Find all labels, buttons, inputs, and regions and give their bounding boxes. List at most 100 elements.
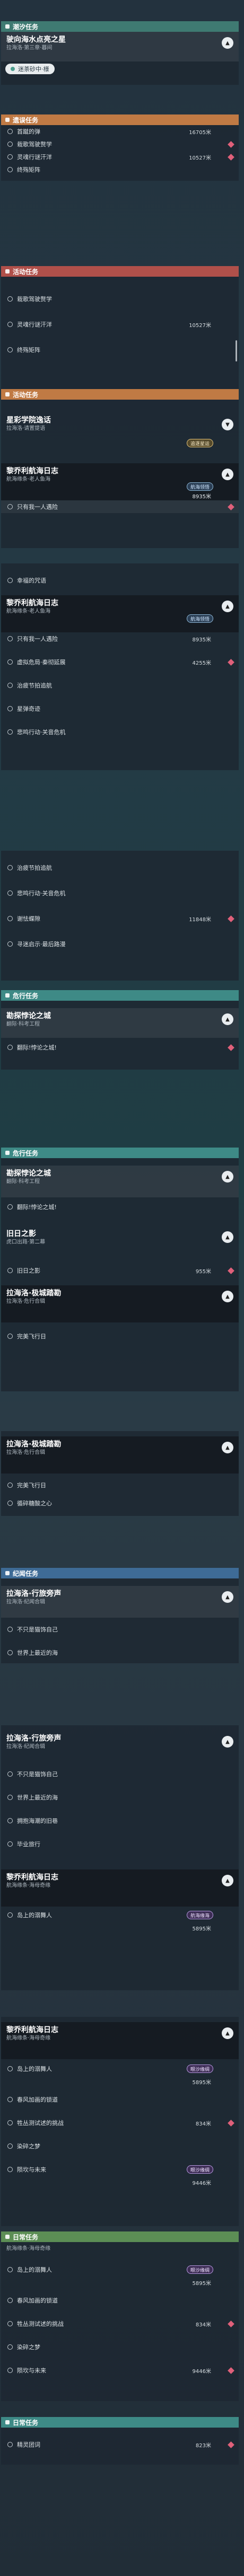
- section-header[interactable]: 潮汐任务: [1, 21, 239, 32]
- task-label: 陨坎与未来: [17, 2367, 46, 2374]
- task-row[interactable]: 只有我一人遇险 8935米: [1, 632, 239, 645]
- quest-card[interactable]: 拉海洛·极城踏勘 拉海洛·危行合辑 ▲: [1, 1436, 239, 1474]
- task-row[interactable]: 陨坎与未来 9446米: [1, 2364, 239, 2377]
- section-header[interactable]: 活动任务: [1, 266, 239, 277]
- section-header[interactable]: 遗误任务: [1, 114, 239, 125]
- task-row[interactable]: 世界上最近的海: [1, 1646, 239, 1659]
- chevron-up-icon[interactable]: ▲: [222, 1171, 233, 1183]
- task-row[interactable]: 春风加画的锁道: [1, 2294, 239, 2307]
- task-row[interactable]: 悲鸣行动·关音危机: [1, 887, 239, 899]
- task-label: 春风加画的锁道: [17, 2096, 58, 2103]
- task-row[interactable]: 悲鸣行动·关音危机: [1, 726, 239, 738]
- section-header[interactable]: 活动任务: [1, 389, 239, 400]
- navigation-badge[interactable]: 航海缘海: [186, 1911, 213, 1919]
- track-pill[interactable]: 迷茶砂中·様: [5, 64, 55, 74]
- task-row[interactable]: 灵魂行谜汗洋 10527米: [1, 151, 239, 163]
- section-header[interactable]: 危行任务: [1, 990, 239, 1001]
- task-row[interactable]: 不只是猫饰自己: [1, 1623, 239, 1636]
- task-row[interactable]: 治疲节拍追航: [1, 679, 239, 692]
- task-bullet-icon: [7, 1818, 13, 1823]
- task-row[interactable]: 终殇矩阵: [1, 163, 239, 176]
- navigation-badge[interactable]: 眼沙缘绸: [186, 2065, 213, 2073]
- section-header[interactable]: 纪闻任务: [1, 1568, 239, 1578]
- task-row[interactable]: 岛上的溺舞人 航海缘海: [1, 1909, 239, 1921]
- chevron-up-icon[interactable]: ▲: [222, 1442, 233, 1453]
- navigation-badge[interactable]: 眼沙缘绸: [186, 2165, 213, 2174]
- marker-icon: [228, 140, 234, 148]
- task-bullet-icon: [7, 659, 13, 665]
- chevron-up-icon[interactable]: ▲: [222, 2027, 233, 2039]
- task-row[interactable]: 拥抱海潮的旧巷: [1, 1814, 239, 1827]
- scrollbar[interactable]: [236, 340, 237, 361]
- quest-card[interactable]: 黎乔利航海日志 航海缘条·老人鱼海 ▲ 航海领悟: [1, 595, 239, 632]
- task-row[interactable]: 翻际!悖论之城!: [1, 1041, 239, 1054]
- quest-card[interactable]: 旧日之影 虎口出路·第二幕 ▲: [1, 1226, 239, 1258]
- chevron-up-icon[interactable]: ▲: [222, 1291, 233, 1302]
- quest-card[interactable]: 黎乔利航海日志 航海缘条·海母奇缘 ▲: [1, 1869, 239, 1907]
- section-header[interactable]: 日常任务: [1, 2417, 239, 2428]
- task-row[interactable]: 陨坎与未来 眼沙缘绸: [1, 2163, 239, 2176]
- chevron-up-icon[interactable]: ▲: [222, 1013, 233, 1025]
- task-row[interactable]: 岛上的溺舞人 眼沙缘绸: [1, 2062, 239, 2075]
- task-row[interactable]: 栽歌驾驶赘学: [1, 138, 239, 151]
- task-row[interactable]: 旧日之影 955米: [1, 1264, 239, 1277]
- task-row[interactable]: 首蹴的弹 16705米: [1, 125, 239, 138]
- task-row[interactable]: 染碎之梦: [1, 2341, 239, 2353]
- quest-card[interactable]: 黎乔利航海日志 航海缘条·海母奇缘 ▲: [1, 2022, 239, 2059]
- quest-card[interactable]: 黎乔利航海日志 航海缘条·老人鱼海 ▲ 航海领悟 8935米: [1, 463, 239, 500]
- task-row[interactable]: 谢怯蝶隙 11848米: [1, 912, 239, 925]
- quest-card[interactable]: 勘探悖论之城 翻际·科考工程 ▲: [1, 1166, 239, 1197]
- task-row[interactable]: 幸福的咒语: [1, 574, 239, 587]
- task-row[interactable]: 寻迷启示·最后路漫: [1, 938, 239, 950]
- task-row[interactable]: 毕业旅行: [1, 1838, 239, 1850]
- task-label: 岛上的溺舞人: [17, 1912, 52, 1919]
- section-header[interactable]: 日常任务: [1, 2231, 239, 2242]
- navigation-badge[interactable]: 航海领悟: [186, 482, 213, 491]
- task-bullet-icon: [7, 2267, 13, 2272]
- task-panel-9: 拉海洛·极城踏勘 拉海洛·危行合辑 ▲ 完美飞行日 循碎糖酸之心: [1, 1431, 239, 1516]
- quest-card[interactable]: 航海缘条·海母奇缘: [1, 2242, 239, 2260]
- task-row[interactable]: 完美飞行日: [1, 1479, 239, 1492]
- chevron-up-icon[interactable]: ▲: [222, 1736, 233, 1748]
- chevron-up-icon[interactable]: ▲: [222, 1875, 233, 1886]
- task-row[interactable]: 岛上的溺舞人 眼沙缘绸: [1, 2263, 239, 2276]
- task-row[interactable]: 终殇矩阵: [1, 343, 239, 356]
- chevron-up-icon[interactable]: ▲: [222, 601, 233, 612]
- task-label: 灵魂行谜汗洋: [17, 321, 52, 328]
- task-row[interactable]: 精灵团词 823米: [1, 2438, 239, 2451]
- section-header[interactable]: 危行任务: [1, 1148, 239, 1158]
- quest-card[interactable]: 驶向海水点亮之星 拉海洛·第三章·暮间 ▲: [1, 32, 239, 61]
- quest-card[interactable]: 拉海洛·行旅旁声 拉海洛·纪闻合辑 ▲: [1, 1731, 239, 1762]
- quest-card[interactable]: 拉海洛·极城踏勘 拉海洛·危行合辑 ▲: [1, 1285, 239, 1322]
- task-row[interactable]: 完美飞行日: [1, 1330, 239, 1343]
- task-label: 陨坎与未来: [17, 2166, 46, 2173]
- task-label: 悲鸣行动·关音危机: [17, 890, 66, 897]
- event-badge[interactable]: 追逐星运: [186, 439, 213, 447]
- task-row[interactable]: 治疲节拍追航: [1, 861, 239, 874]
- task-row[interactable]: 虚拟危局·秦彻延展 4255米: [1, 656, 239, 668]
- task-row[interactable]: 不只是猫饰自己: [1, 1768, 239, 1780]
- task-row[interactable]: 栽歌驾驶赘学: [1, 293, 239, 305]
- quest-card[interactable]: 星彩学院逸话 拉海洛·请置提语 ▼: [1, 400, 239, 437]
- task-row[interactable]: 牲丛测试述的挑战 834米: [1, 2317, 239, 2330]
- chevron-up-icon[interactable]: ▲: [222, 1591, 233, 1603]
- chevron-up-icon[interactable]: ▲: [222, 37, 233, 49]
- task-row[interactable]: 春风加画的锁道: [1, 2093, 239, 2106]
- task-row[interactable]: 世界上最近的海: [1, 1791, 239, 1804]
- task-distance: 8935米: [192, 637, 211, 643]
- task-row[interactable]: 只有我一人遇险: [1, 500, 239, 513]
- chevron-up-icon[interactable]: ▲: [222, 1231, 233, 1243]
- task-row[interactable]: 灵魂行谜汗洋 10527米: [1, 318, 239, 331]
- task-row[interactable]: 星弹奇迹: [1, 702, 239, 715]
- quest-card[interactable]: 勘探悖论之城 翻际·科考工程 ▲: [1, 1008, 239, 1038]
- navigation-badge[interactable]: 眼沙缘绸: [186, 2265, 213, 2274]
- quest-card[interactable]: 拉海洛·行旅旁声 拉海洛·纪闻合辑 ▲: [1, 1586, 239, 1618]
- task-row[interactable]: 循碎糖酸之心: [1, 1497, 239, 1510]
- task-row[interactable]: 染碎之梦: [1, 2140, 239, 2152]
- task-row[interactable]: 翻际!悖论之城!: [1, 1201, 239, 1213]
- chevron-up-icon[interactable]: ▲: [222, 469, 233, 480]
- task-row[interactable]: 牲丛测试述的挑战 834米: [1, 2116, 239, 2129]
- navigation-badge[interactable]: 航海领悟: [186, 614, 213, 623]
- task-label: 春风加画的锁道: [17, 2297, 58, 2304]
- chevron-down-icon[interactable]: ▼: [222, 419, 233, 430]
